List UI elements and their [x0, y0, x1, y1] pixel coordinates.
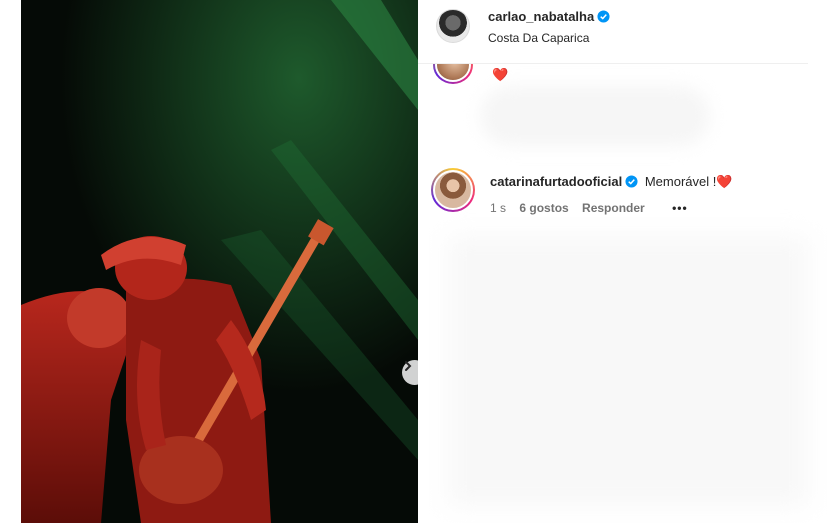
author-username[interactable]: carlao_nabatalha — [488, 9, 594, 24]
comment-time[interactable]: 1 s — [490, 201, 506, 215]
comment: catarinafurtadooficial Memorável !❤️ — [490, 174, 733, 190]
comment-likes[interactable]: 6 gostos — [519, 201, 568, 215]
blurred-content — [480, 86, 710, 146]
post-photo[interactable] — [21, 0, 418, 523]
blurred-content — [448, 236, 808, 506]
heart-emoji: ❤️ — [716, 174, 733, 189]
comment-text: Memorável ! — [644, 174, 717, 189]
verified-badge-icon — [597, 10, 610, 23]
comment-avatar[interactable] — [431, 168, 475, 212]
concert-photo — [21, 0, 418, 523]
post-header: carlao_nabatalha Costa Da Caparica — [418, 0, 808, 64]
reply-button[interactable]: Responder — [582, 201, 645, 215]
comment-username[interactable]: catarinafurtadooficial — [490, 174, 622, 189]
post-location[interactable]: Costa Da Caparica — [488, 31, 589, 45]
comment-meta: 1 s 6 gostos Responder ••• — [490, 201, 698, 215]
more-options-icon[interactable]: ••• — [672, 201, 688, 215]
chevron-right-icon — [405, 361, 412, 371]
author-avatar[interactable] — [436, 9, 470, 43]
post-sidebar: ❤️ catarinafurtadooficial Memorável !❤️ … — [418, 0, 828, 523]
comment-text: ❤️ — [492, 67, 509, 82]
author-username-row: carlao_nabatalha — [488, 9, 610, 24]
verified-badge-icon — [625, 175, 638, 188]
